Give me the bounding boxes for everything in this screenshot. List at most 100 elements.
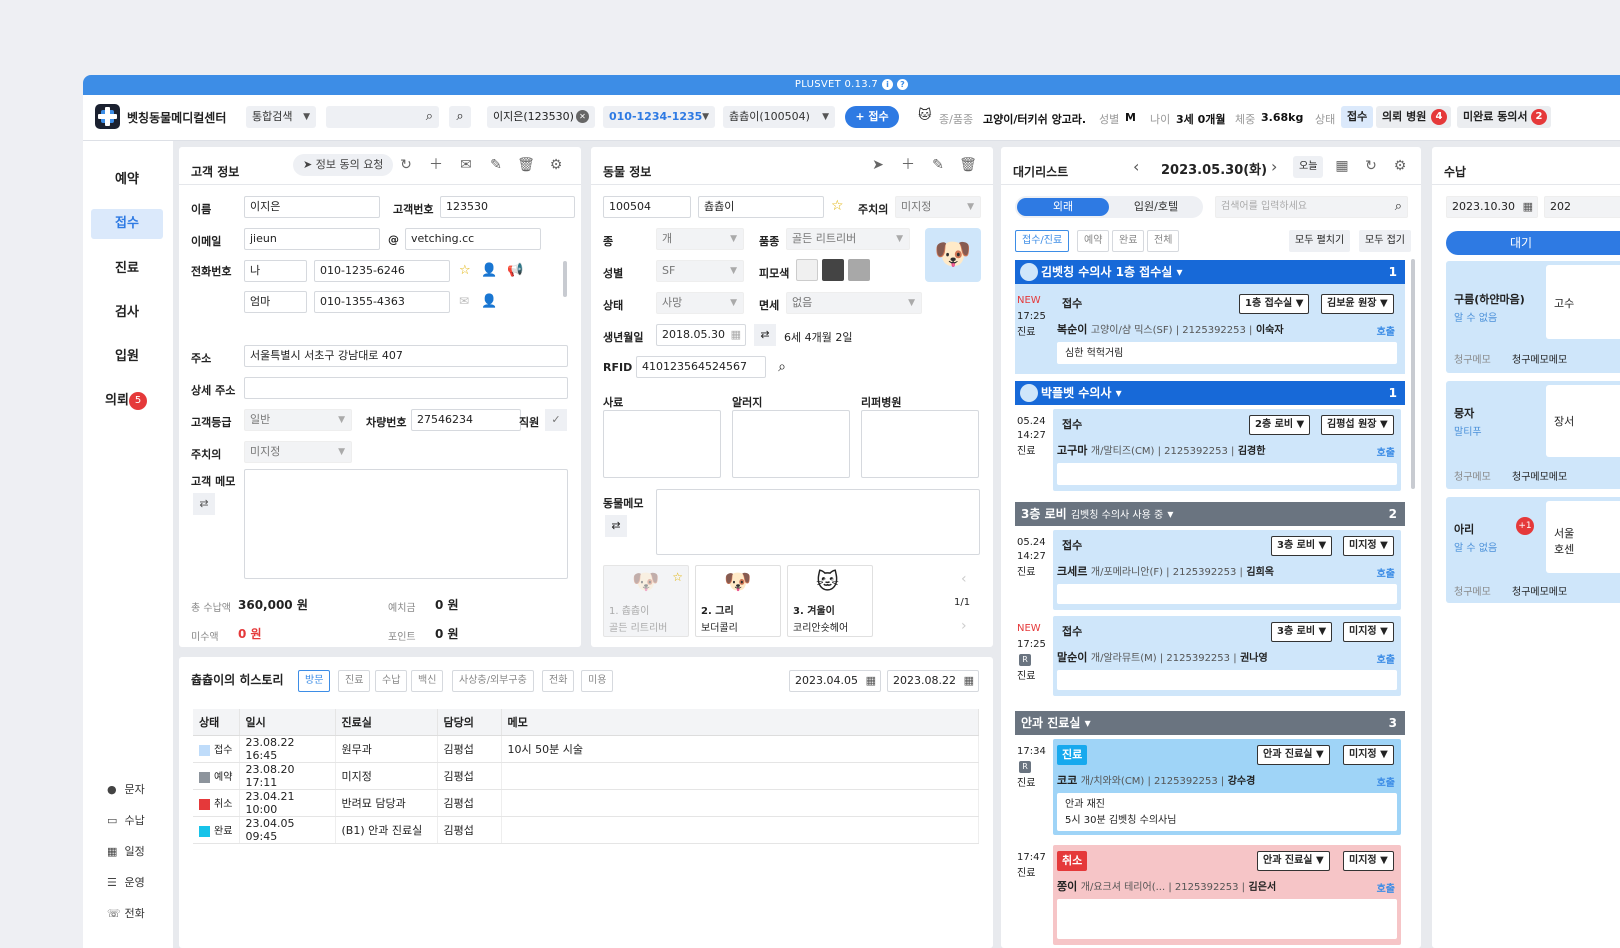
- pet-select[interactable]: 츕츕이(100504) ▼: [723, 106, 835, 128]
- email-domain-input[interactable]: vetching.cc: [405, 228, 541, 250]
- call-button[interactable]: 호출: [1377, 651, 1395, 666]
- car-input[interactable]: 27546234: [411, 409, 521, 431]
- close-icon[interactable]: ✕: [576, 110, 589, 123]
- filter-done[interactable]: 완료: [1112, 230, 1145, 252]
- phone1-input[interactable]: 010-1235-6246: [314, 260, 450, 282]
- send-icon[interactable]: ➤: [867, 154, 889, 176]
- megaphone-icon[interactable]: 📢: [507, 263, 523, 278]
- room-select[interactable]: 안과 진료실 ▼: [1257, 745, 1330, 765]
- scrollbar[interactable]: [1411, 259, 1415, 489]
- client-tag[interactable]: 이지은(123530) ✕: [487, 106, 595, 128]
- nav-treatment[interactable]: 진료: [91, 254, 163, 284]
- room-select[interactable]: 안과 진료실 ▼: [1257, 851, 1330, 871]
- list-item[interactable]: 05.24 14:27 진료 접수 3층 로비 ▼ 미지정 ▼ 크세르 개/포메…: [1015, 526, 1405, 702]
- star-icon[interactable]: ☆: [459, 263, 471, 278]
- search-icon[interactable]: ⌕: [771, 356, 793, 378]
- table-row[interactable]: 완료 23.04.05 09:45 (B1) 안과 진료실 김평섭: [193, 816, 979, 844]
- nav-exam[interactable]: 검사: [91, 298, 163, 328]
- tab-outpatient[interactable]: 외래: [1017, 198, 1109, 216]
- entry-card[interactable]: 취소 안과 진료실 ▼ 미지정 ▼ 쫑이 개/요크셔 테리어(... | 212…: [1053, 845, 1401, 945]
- table-row[interactable]: 취소 23.04.21 10:00 반려묘 담당과 김평섭: [193, 789, 979, 817]
- call-button[interactable]: 호출: [1377, 323, 1395, 338]
- pet-card[interactable]: 🐶 2. 그리 보더콜리: [695, 565, 781, 637]
- birth-input[interactable]: 2018.05.30 ▦: [656, 324, 746, 346]
- room-select[interactable]: 3층 로비 ▼: [1271, 536, 1333, 556]
- nav-payment[interactable]: ▭ 수납: [107, 812, 145, 828]
- coat-color-white[interactable]: [796, 259, 818, 281]
- species-select[interactable]: 개 ▼: [656, 228, 744, 250]
- room-select[interactable]: 1층 접수실 ▼: [1239, 294, 1310, 314]
- user-check-icon[interactable]: 👤: [481, 263, 497, 278]
- entry-card[interactable]: 진료 안과 진료실 ▼ 미지정 ▼ 코코 개/치와와(CM) | 2125392…: [1053, 739, 1401, 835]
- star-icon[interactable]: ☆: [831, 198, 844, 214]
- nav-phone[interactable]: ☏ 전화: [107, 905, 145, 921]
- email-id-input[interactable]: jieun: [244, 228, 380, 250]
- tab-phone[interactable]: 전화: [542, 670, 575, 692]
- expand-all-button[interactable]: 모두 펼치기: [1289, 230, 1351, 252]
- call-button[interactable]: 호출: [1377, 444, 1395, 459]
- trash-icon[interactable]: 🗑: [957, 154, 979, 176]
- refresh-icon[interactable]: ↻: [395, 154, 417, 176]
- name-input[interactable]: 이지은: [244, 196, 380, 218]
- swap-icon[interactable]: ⇄: [605, 515, 627, 537]
- swap-icon[interactable]: ⇄: [754, 324, 776, 346]
- consent-button[interactable]: 미완료 동의서 2: [1457, 106, 1551, 128]
- calendar-icon[interactable]: ▦: [1331, 155, 1353, 177]
- call-button[interactable]: 호출: [1377, 565, 1395, 580]
- doctor-select[interactable]: 미지정 ▼: [1343, 622, 1394, 642]
- group-header[interactable]: 안과 진료실 ▾ 3: [1015, 711, 1405, 735]
- add-icon[interactable]: ＋: [897, 154, 919, 176]
- nav-sms[interactable]: ● 문자: [107, 781, 145, 797]
- address-input[interactable]: 서울특별시 서초구 강남대로 407: [244, 345, 568, 367]
- list-item[interactable]: 05.24 14:27 진료 접수 2층 로비 ▼ 김평섭 원장 ▼ 고구마 개…: [1015, 405, 1405, 493]
- scrollbar[interactable]: [563, 261, 567, 297]
- tab-visit[interactable]: 방문: [298, 670, 331, 692]
- group-header[interactable]: 3층 로비 김벳칭 수의사 사용 중 ▾ 2: [1015, 502, 1405, 526]
- entry-card[interactable]: 접수 1층 접수실 ▼ 김보윤 원장 ▼ 복순이 고양이/샴 믹스(SF) | …: [1053, 288, 1401, 370]
- trash-icon[interactable]: 🗑: [515, 154, 537, 176]
- tax-select[interactable]: 없음 ▼: [786, 292, 922, 314]
- referrer-textarea[interactable]: [861, 410, 979, 478]
- history-date-from[interactable]: 2023.04.05 ▦: [789, 670, 881, 692]
- entry-card[interactable]: 접수 2층 로비 ▼ 김평섭 원장 ▼ 고구마 개/말티즈(CM) | 2125…: [1053, 409, 1401, 491]
- doctor-select[interactable]: 미지정 ▼: [1343, 745, 1394, 765]
- referral-hospital-button[interactable]: 의뢰 병원 4: [1376, 106, 1451, 128]
- payment-date-input[interactable]: 2023.10.30 ▦: [1446, 196, 1538, 218]
- add-icon[interactable]: ＋: [425, 154, 447, 176]
- animal-sex-select[interactable]: SF ▼: [656, 260, 744, 282]
- chevron-right-icon[interactable]: ›: [961, 618, 967, 634]
- mail-icon[interactable]: ✉: [455, 154, 477, 176]
- doctor-select[interactable]: 미지정 ▼: [1343, 851, 1394, 871]
- consent-request-button[interactable]: ➤ 정보 동의 요청: [293, 154, 394, 176]
- payment-tab-waiting[interactable]: 대기: [1446, 231, 1620, 255]
- animal-name-input[interactable]: 츕츕이: [698, 196, 824, 218]
- payment-date2-input[interactable]: 202: [1544, 196, 1620, 218]
- tab-vaccine[interactable]: 백신: [411, 670, 444, 692]
- history-date-to[interactable]: 2023.08.22 ▦: [887, 670, 979, 692]
- nav-schedule[interactable]: ▦ 일정: [107, 843, 145, 859]
- animal-doctor-select[interactable]: 미지정 ▼: [895, 196, 981, 218]
- allergy-textarea[interactable]: [732, 410, 850, 478]
- help-icon[interactable]: ?: [897, 79, 909, 90]
- chevron-left-icon[interactable]: ‹: [1133, 157, 1139, 176]
- nav-inpatient[interactable]: 입원: [91, 342, 163, 372]
- doctor-select[interactable]: 김평섭 원장 ▼: [1321, 415, 1394, 435]
- doctor-select[interactable]: 미지정 ▼: [244, 441, 352, 463]
- filter-settings-icon[interactable]: ⚙: [1389, 155, 1411, 177]
- group-header[interactable]: 김벳칭 수의사 1층 접수실 ▾ 1: [1015, 260, 1405, 284]
- tab-treatment[interactable]: 진료: [338, 670, 371, 692]
- dog-avatar[interactable]: 🐶: [925, 228, 981, 282]
- nav-reception[interactable]: 접수: [91, 209, 163, 239]
- phone2-relation[interactable]: 엄마: [244, 291, 307, 313]
- address2-input[interactable]: [244, 377, 568, 399]
- doctor-select[interactable]: 미지정 ▼: [1343, 536, 1394, 556]
- chevron-left-icon[interactable]: ‹: [961, 571, 967, 587]
- edit-icon[interactable]: ✎: [485, 154, 507, 176]
- nav-operation[interactable]: ☰ 운영: [107, 874, 145, 890]
- payment-card[interactable]: 뭉자 말티푸 장서 청구메모 청구메모메모: [1446, 381, 1620, 489]
- entry-card[interactable]: 접수 3층 로비 ▼ 미지정 ▼ 말순이 개/알라뮤트(M) | 2125392…: [1053, 616, 1401, 696]
- nav-referral[interactable]: 의뢰 5: [91, 386, 163, 416]
- filter-reception[interactable]: 접수/진료: [1015, 230, 1070, 252]
- animal-memo-textarea[interactable]: [656, 489, 980, 555]
- user-check-icon[interactable]: 👤: [481, 294, 497, 309]
